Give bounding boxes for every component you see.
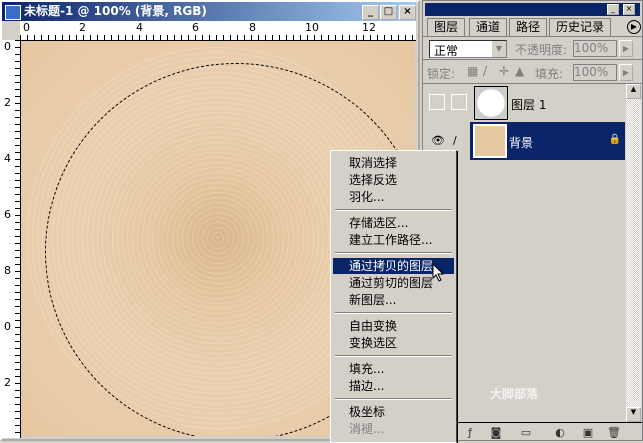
fill-slider-button[interactable]: ▶ <box>619 64 633 81</box>
menu-item-save-selection[interactable]: 存储选区... <box>333 215 454 231</box>
link-toggle[interactable] <box>451 94 467 110</box>
lock-transparency-icon[interactable]: ▦ <box>467 64 478 78</box>
menu-item-make-work-path[interactable]: 建立工作路径... <box>333 232 454 248</box>
ruler-tick: 0 <box>23 21 30 34</box>
layer-thumbnail <box>473 124 507 158</box>
layer-row-background[interactable]: 背景 🔒 <box>470 122 625 160</box>
ruler-tick: 4 <box>4 152 11 165</box>
top-ruler[interactable]: 0 2 4 6 8 10 12 <box>20 21 416 41</box>
layer-style-icon[interactable]: ƒ <box>463 426 477 439</box>
opacity-field[interactable]: 100% <box>573 40 617 57</box>
watermark: 大脚部落 <box>490 387 539 401</box>
fill-field[interactable]: 100% <box>573 64 617 81</box>
panel-title-bar[interactable]: _ × <box>425 3 640 16</box>
layer-thumbnail <box>474 86 508 120</box>
fill-label: 填充: <box>535 67 564 81</box>
ruler-tick: 8 <box>249 21 256 34</box>
context-menu: 取消选择 选择反选 羽化... 存储选区... 建立工作路径... 通过拷贝的图… <box>330 150 457 443</box>
new-group-icon[interactable]: ▭ <box>519 426 533 439</box>
blend-mode-value: 正常 <box>434 44 459 58</box>
layer-name: 图层 1 <box>511 98 547 112</box>
maximize-button[interactable]: □ <box>380 5 397 20</box>
menu-item-transform-selection[interactable]: 变换选区 <box>333 335 454 351</box>
adjustment-layer-icon[interactable]: ◐ <box>553 426 567 439</box>
opacity-slider-button[interactable]: ▶ <box>619 40 633 57</box>
tab-history[interactable]: 历史记录 <box>549 18 612 36</box>
panel-close-button[interactable]: × <box>623 4 635 15</box>
tab-layers[interactable]: 图层 <box>427 18 466 36</box>
lock-all-icon[interactable]: ▲ <box>515 64 524 78</box>
scroll-down-button[interactable]: ▼ <box>626 407 641 422</box>
tab-channels[interactable]: 通道 <box>469 18 508 36</box>
opacity-label: 不透明度: <box>515 43 568 57</box>
ruler-tick: 6 <box>192 21 199 34</box>
panel-minimize-button[interactable]: _ <box>607 4 619 15</box>
trash-icon[interactable]: 🗑 <box>607 426 621 439</box>
left-ruler[interactable]: 0 2 4 6 8 0 2 <box>2 40 21 438</box>
ruler-tick: 12 <box>362 21 376 34</box>
new-layer-icon[interactable]: ▣ <box>581 426 595 439</box>
ruler-tick: 2 <box>79 21 86 34</box>
layer-name: 背景 <box>509 136 534 150</box>
menu-item-deselect[interactable]: 取消选择 <box>333 155 454 171</box>
ruler-tick: 8 <box>4 264 11 277</box>
ruler-tick: 6 <box>4 208 11 221</box>
menu-item-fill[interactable]: 填充... <box>333 361 454 377</box>
menu-item-fade: 消褪... <box>349 422 385 436</box>
chevron-down-icon: ▼ <box>492 41 506 57</box>
lock-brush-icon[interactable]: / <box>483 64 487 78</box>
visibility-toggle[interactable] <box>429 94 445 110</box>
ruler-tick: 10 <box>305 21 319 34</box>
brush-icon[interactable]: / <box>453 134 457 147</box>
layers-scrollbar[interactable]: ▲ ▼ <box>626 84 641 422</box>
panel-menu-button[interactable]: ▶ <box>627 20 641 34</box>
lock-move-icon[interactable]: ✛ <box>499 64 509 78</box>
menu-item-polar-coordinates[interactable]: 极坐标 <box>333 404 454 420</box>
menu-item-feather[interactable]: 羽化... <box>333 189 454 205</box>
document-title: 未标题-1 @ 100% (背景, RGB) <box>24 4 207 18</box>
tab-paths[interactable]: 路径 <box>509 18 548 36</box>
eye-icon[interactable]: 👁 <box>431 134 445 147</box>
add-mask-icon[interactable]: ◙ <box>489 426 503 439</box>
ruler-tick: 4 <box>136 21 143 34</box>
scroll-up-button[interactable]: ▲ <box>626 84 641 99</box>
ruler-tick: 2 <box>4 376 11 389</box>
ruler-tick: 2 <box>4 96 11 109</box>
menu-item-new-layer[interactable]: 新图层... <box>333 292 454 308</box>
layer-row-layer1[interactable]: 图层 1 <box>425 84 625 122</box>
menu-item-free-transform[interactable]: 自由变换 <box>333 318 454 334</box>
close-button[interactable]: × <box>399 5 416 20</box>
photoshop-icon <box>5 5 21 20</box>
menu-item-stroke[interactable]: 描边... <box>333 378 454 394</box>
ruler-tick: 0 <box>4 320 11 333</box>
ruler-tick: 0 <box>4 40 11 53</box>
document-title-bar[interactable]: 未标题-1 @ 100% (背景, RGB) _ □ × <box>2 2 416 21</box>
lock-label: 锁定: <box>427 67 456 81</box>
mouse-cursor-icon <box>432 263 445 282</box>
minimize-button[interactable]: _ <box>362 5 379 20</box>
menu-item-inverse[interactable]: 选择反选 <box>333 172 454 188</box>
lock-icon: 🔒 <box>608 134 621 145</box>
blend-mode-select[interactable]: 正常 ▼ <box>429 40 507 58</box>
